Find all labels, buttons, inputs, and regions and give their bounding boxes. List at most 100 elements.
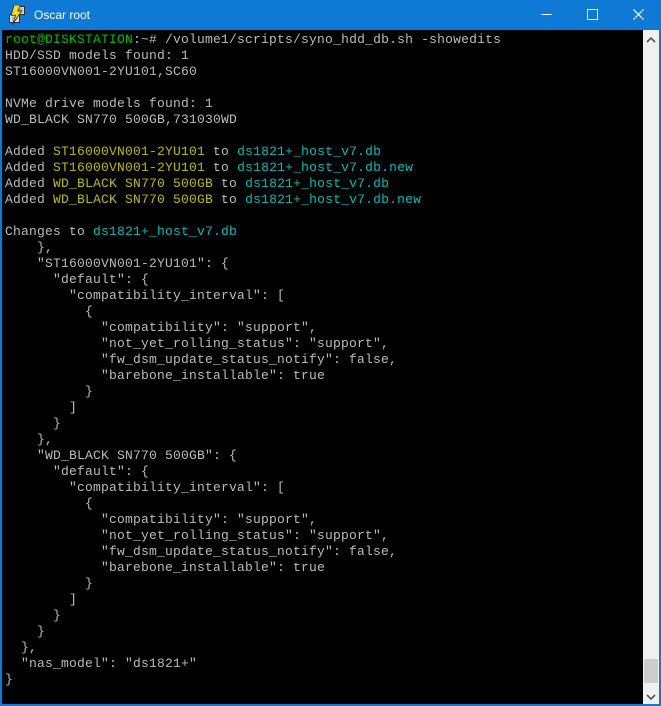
terminal-text-segment: } [5,416,61,431]
putty-icon[interactable] [7,5,27,25]
terminal-text-segment: HDD/SSD models found: 1 [5,48,189,63]
terminal-text-segment: Added [5,192,53,207]
terminal-text-segment: "default": { [5,272,149,287]
terminal-text-segment: Added [5,160,53,175]
terminal-text-segment: { [5,304,93,319]
maximize-button[interactable] [569,0,615,30]
terminal-text-segment: "ST16000VN001-2YU101": { [5,256,229,271]
terminal-text-segment: :~# /volume1/scripts/syno_hdd_db.sh -sho… [133,32,501,47]
terminal-text-segment: WD_BLACK SN770 500GB [53,192,213,207]
window-controls [523,0,661,30]
terminal-line: NVMe drive models found: 1 [5,96,643,112]
window-title: Oscar root [34,8,523,22]
terminal-text-segment: "fw_dsm_update_status_notify": false, [5,544,397,559]
terminal-line: }, [5,432,643,448]
terminal-line: "not_yet_rolling_status": "support", [5,336,643,352]
terminal-line: Added WD_BLACK SN770 500GB to ds1821+_ho… [5,176,643,192]
terminal-text-segment: "compatibility": "support", [5,512,317,527]
terminal-line: "fw_dsm_update_status_notify": false, [5,544,643,560]
terminal-line: Changes to ds1821+_host_v7.db [5,224,643,240]
terminal-text-segment: ds1821+_host_v7.db [93,224,237,239]
terminal-line: "fw_dsm_update_status_notify": false, [5,352,643,368]
chevron-up-icon [646,31,656,46]
terminal-text-segment: "fw_dsm_update_status_notify": false, [5,352,397,367]
terminal-text-segment: } [5,608,61,623]
terminal-text-segment: "compatibility_interval": [ [5,480,285,495]
terminal-line: "default": { [5,272,643,288]
close-icon [633,8,644,23]
terminal-text-segment: WD_BLACK SN770 500GB [53,176,213,191]
terminal-line [5,80,643,96]
terminal-line: "WD_BLACK SN770 500GB": { [5,448,643,464]
terminal-line: Added WD_BLACK SN770 500GB to ds1821+_ho… [5,192,643,208]
terminal-text-segment: Added [5,144,53,159]
titlebar[interactable]: Oscar root [0,0,661,30]
minimize-icon [541,8,552,23]
terminal-line: HDD/SSD models found: 1 [5,48,643,64]
terminal-text-segment: } [5,576,93,591]
scrollbar-thumb[interactable] [644,659,658,683]
terminal-text-segment: to [213,176,245,191]
terminal-line: "compatibility": "support", [5,512,643,528]
terminal-line: } [5,608,643,624]
terminal-line: root@DISKSTATION:~# /volume1/scripts/syn… [5,32,643,48]
terminal-text-segment: Changes to [5,224,93,239]
terminal-text-segment: "not_yet_rolling_status": "support", [5,528,389,543]
terminal-line: } [5,416,643,432]
terminal-line: ] [5,400,643,416]
minimize-button[interactable] [523,0,569,30]
terminal-line: Added ST16000VN001-2YU101 to ds1821+_hos… [5,144,643,160]
scroll-down-button[interactable] [643,687,659,704]
scrollbar[interactable] [643,30,659,704]
terminal-text-segment: }, [5,432,53,447]
terminal-line: "barebone_installable": true [5,560,643,576]
terminal-line: }, [5,240,643,256]
terminal-text-segment: "WD_BLACK SN770 500GB": { [5,448,237,463]
terminal-text-segment: "compatibility_interval": [ [5,288,285,303]
terminal-text-segment: ] [5,592,77,607]
terminal-line: { [5,304,643,320]
terminal-text-segment: ds1821+_host_v7.db.new [237,160,413,175]
terminal-line: }, [5,640,643,656]
terminal-text-segment: ST16000VN001-2YU101 [53,160,205,175]
terminal-text-segment: "compatibility": "support", [5,320,317,335]
terminal-line [5,128,643,144]
chevron-down-icon [646,688,656,703]
terminal-text-segment: to [205,144,237,159]
terminal-line: { [5,496,643,512]
terminal-text-segment: ST16000VN001-2YU101 [53,144,205,159]
putty-window: Oscar root [0,0,661,706]
scroll-up-button[interactable] [643,30,659,47]
terminal-text-segment: } [5,672,13,687]
terminal-line: "barebone_installable": true [5,368,643,384]
close-button[interactable] [615,0,661,30]
client-area: root@DISKSTATION:~# /volume1/scripts/syn… [2,30,659,704]
terminal-line: ] [5,592,643,608]
terminal-line: Added ST16000VN001-2YU101 to ds1821+_hos… [5,160,643,176]
terminal-text-segment: root@DISKSTATION [5,32,133,47]
terminal-line: } [5,672,643,688]
terminal-line [5,208,643,224]
terminal-line: "not_yet_rolling_status": "support", [5,528,643,544]
terminal-text-segment: "barebone_installable": true [5,368,325,383]
terminal-text-segment: ST16000VN001-2YU101,SC60 [5,64,197,79]
terminal-text-segment: ds1821+_host_v7.db [237,144,381,159]
terminal-line: WD_BLACK SN770 500GB,731030WD [5,112,643,128]
terminal-text-segment: Added [5,176,53,191]
terminal-text-segment: } [5,624,45,639]
terminal-text-segment: "default": { [5,464,149,479]
terminal-text-segment: ds1821+_host_v7.db.new [245,192,421,207]
terminal-text-segment: }, [5,640,37,655]
terminal-text-segment: "nas_model": "ds1821+" [5,656,197,671]
terminal-text-segment: WD_BLACK SN770 500GB,731030WD [5,112,237,127]
terminal-line: "compatibility_interval": [ [5,288,643,304]
terminal-line: } [5,576,643,592]
terminal-text-segment: { [5,496,93,511]
terminal-output[interactable]: root@DISKSTATION:~# /volume1/scripts/syn… [2,30,643,704]
terminal-text-segment: NVMe drive models found: 1 [5,96,213,111]
terminal-text-segment: to [205,160,237,175]
terminal-text-segment: ds1821+_host_v7.db [245,176,389,191]
terminal-text-segment: }, [5,240,53,255]
terminal-line: "nas_model": "ds1821+" [5,656,643,672]
terminal-line: } [5,384,643,400]
